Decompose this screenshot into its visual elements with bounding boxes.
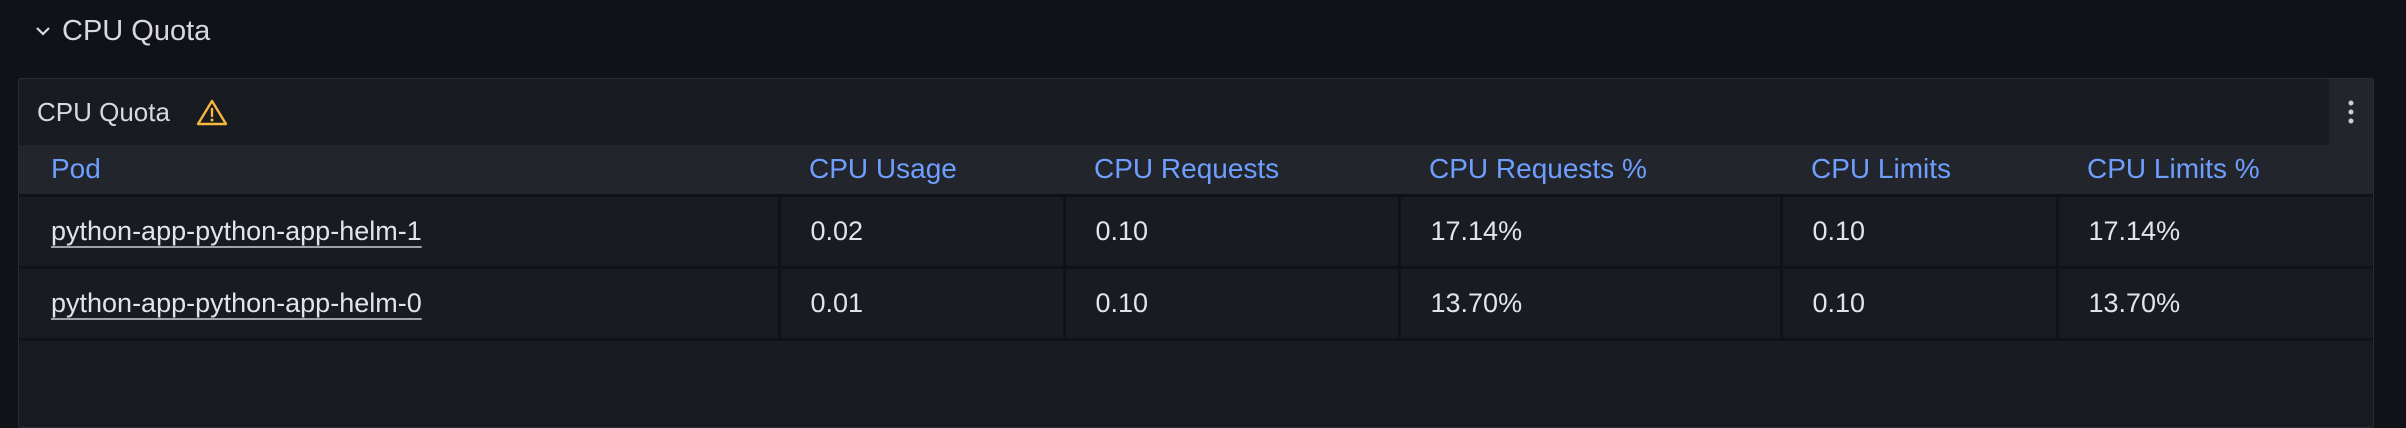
panel-title: CPU Quota [37,96,170,127]
chevron-down-icon [34,22,52,40]
column-header-cpu-limits-pct[interactable]: CPU Limits % [2057,145,2373,197]
table-header-row: Pod CPU Usage CPU Requests CPU Requests … [19,145,2373,197]
panel-menu-button[interactable] [2329,79,2373,145]
table-row: python-app-python-app-helm-1 0.02 0.10 1… [19,195,2373,269]
cpu-limits-pct-cell: 13.70% [2057,267,2373,341]
table-row: python-app-python-app-helm-0 0.01 0.10 1… [19,267,2373,341]
column-header-cpu-limits[interactable]: CPU Limits [1781,145,2057,197]
cpu-quota-panel: CPU Quota Pod CPU Usage CPU Requests CPU… [18,78,2374,428]
cpu-quota-table: Pod CPU Usage CPU Requests CPU Requests … [19,145,2373,341]
column-header-cpu-usage[interactable]: CPU Usage [779,145,1064,197]
panel-header: CPU Quota [19,79,2373,145]
cpu-requests-pct-cell: 13.70% [1399,267,1783,341]
warning-triangle-icon[interactable] [196,97,230,127]
cpu-requests-pct-cell: 17.14% [1399,195,1783,269]
pod-cell: python-app-python-app-helm-1 [19,195,781,269]
row-toggle[interactable]: CPU Quota [34,8,210,54]
cpu-limits-cell: 0.10 [1781,267,2059,341]
column-header-cpu-requests[interactable]: CPU Requests [1064,145,1399,197]
column-header-cpu-requests-pct[interactable]: CPU Requests % [1399,145,1781,197]
cpu-requests-cell: 0.10 [1064,195,1401,269]
kebab-menu-icon [2348,100,2354,124]
cpu-usage-cell: 0.02 [779,195,1066,269]
column-header-pod[interactable]: Pod [19,145,779,197]
pod-link[interactable]: python-app-python-app-helm-0 [51,288,422,318]
cpu-limits-pct-cell: 17.14% [2057,195,2373,269]
row-title: CPU Quota [62,14,211,47]
pod-cell: python-app-python-app-helm-0 [19,267,781,341]
pod-link[interactable]: python-app-python-app-helm-1 [51,216,422,246]
cpu-usage-cell: 0.01 [779,267,1066,341]
cpu-limits-cell: 0.10 [1781,195,2059,269]
cpu-requests-cell: 0.10 [1064,267,1401,341]
